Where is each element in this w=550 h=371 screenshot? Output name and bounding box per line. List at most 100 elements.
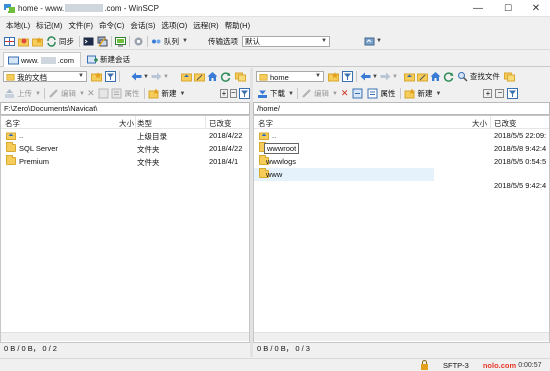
column-changed[interactable]: 已改变	[494, 118, 517, 129]
folder-star-icon[interactable]	[328, 71, 339, 82]
new-button[interactable]: 新建	[161, 88, 176, 99]
upload-button[interactable]: 上传	[17, 88, 32, 99]
list-item-selected[interactable]: www	[254, 168, 434, 181]
menu-files[interactable]: 文件(F)	[68, 20, 93, 31]
minimize-button[interactable]: —	[464, 0, 492, 17]
queue-label[interactable]: 队列	[164, 36, 179, 47]
column-changed[interactable]: 已改变	[209, 118, 232, 129]
column-name[interactable]: 名字	[5, 118, 20, 129]
edit-button[interactable]: 编辑	[61, 88, 76, 99]
back-arrow-icon[interactable]	[131, 71, 142, 82]
parent-folder-icon[interactable]	[403, 71, 415, 82]
root-folder-icon[interactable]	[193, 71, 205, 82]
home-icon[interactable]	[430, 71, 441, 82]
column-size[interactable]: 大小	[119, 118, 134, 129]
chevron-down-icon[interactable]: ▼	[179, 91, 185, 97]
refresh-icon[interactable]	[443, 71, 454, 82]
remote-path[interactable]: /home/	[253, 102, 550, 115]
chevron-down-icon[interactable]: ▼	[376, 38, 382, 44]
new-item-icon[interactable]	[404, 88, 416, 99]
root-folder-icon[interactable]	[416, 71, 428, 82]
collapse-icon[interactable]: −	[229, 89, 237, 98]
menu-local[interactable]: 本地(L)	[6, 20, 30, 31]
compare-icon[interactable]	[4, 36, 15, 47]
back-arrow-icon[interactable]	[360, 71, 371, 82]
download-icon[interactable]	[257, 88, 268, 99]
chevron-down-icon[interactable]: ▼	[163, 74, 169, 80]
properties-button[interactable]: 属性	[380, 88, 395, 99]
filter-icon[interactable]	[105, 71, 116, 82]
parent-folder-icon[interactable]	[180, 71, 192, 82]
filter-toggle-icon[interactable]	[239, 88, 251, 99]
column-separator[interactable]	[490, 116, 491, 129]
putty-icon[interactable]	[97, 36, 108, 47]
edit-icon[interactable]	[301, 88, 312, 99]
edit-button[interactable]: 编辑	[314, 88, 329, 99]
maximize-button[interactable]: ☐	[494, 0, 522, 17]
tab-session[interactable]: www. .com	[3, 52, 81, 67]
properties-icon[interactable]	[367, 88, 378, 99]
column-separator[interactable]	[135, 116, 136, 129]
menu-options[interactable]: 选项(O)	[161, 20, 187, 31]
tab-new-session[interactable]: 新建会话	[83, 52, 133, 67]
remote-location-select[interactable]: home ▼	[256, 71, 324, 82]
local-location-select[interactable]: 我的文档 ▼	[3, 71, 87, 82]
list-item[interactable]: SQL Server 文件夹 2018/4/22	[1, 142, 249, 155]
list-item[interactable]: wwwlogs 2018/5/5 0:54:5	[254, 155, 549, 168]
queue-icon[interactable]	[151, 36, 162, 47]
menu-commands[interactable]: 命令(C)	[99, 20, 124, 31]
menu-help[interactable]: 帮助(H)	[225, 20, 250, 31]
terminal-icon[interactable]	[83, 36, 94, 47]
folder-star-icon[interactable]	[32, 36, 43, 47]
find-files-icon[interactable]	[457, 71, 468, 82]
new-item-icon[interactable]	[148, 88, 160, 99]
forward-arrow-icon[interactable]	[380, 71, 391, 82]
chevron-down-icon[interactable]: ▼	[35, 91, 41, 97]
screen-icon[interactable]	[115, 36, 126, 47]
column-name[interactable]: 名字	[258, 118, 273, 129]
chevron-down-icon[interactable]: ▼	[392, 74, 398, 80]
chevron-down-icon[interactable]: ▼	[143, 74, 149, 80]
rename-icon[interactable]	[98, 88, 109, 99]
folder-star-icon[interactable]	[91, 71, 102, 82]
chevron-down-icon[interactable]: ▼	[372, 74, 378, 80]
chevron-down-icon[interactable]: ▼	[435, 91, 441, 97]
forward-arrow-icon[interactable]	[151, 71, 162, 82]
chevron-down-icon[interactable]: ▼	[288, 91, 294, 97]
chevron-down-icon[interactable]: ▼	[79, 91, 85, 97]
edit-icon[interactable]	[48, 88, 59, 99]
local-horizontal-scrollbar[interactable]	[1, 332, 249, 341]
delete-icon[interactable]: ✕	[87, 88, 95, 99]
collapse-icon[interactable]: −	[495, 89, 505, 98]
sync-icon[interactable]	[46, 35, 57, 47]
home-icon[interactable]	[207, 71, 218, 82]
menu-mark[interactable]: 标记(M)	[36, 20, 62, 31]
remote-horizontal-scrollbar[interactable]	[254, 332, 549, 341]
upload-icon[interactable]	[4, 88, 15, 99]
folder-sync-icon[interactable]	[18, 36, 29, 47]
list-item[interactable]: wwwroot 2018/5/8 9:42:4	[254, 142, 549, 155]
rename-icon[interactable]	[352, 88, 363, 99]
filter-icon[interactable]	[342, 71, 353, 82]
close-button[interactable]: ✕	[522, 0, 550, 17]
refresh-icon[interactable]	[220, 71, 231, 82]
bookmarks-icon[interactable]	[503, 71, 515, 82]
find-files-button[interactable]: 查找文件	[470, 71, 500, 82]
menu-session[interactable]: 会话(S)	[130, 20, 155, 31]
properties-button[interactable]: 属性	[124, 88, 139, 99]
filter-toggle-icon[interactable]	[507, 88, 519, 99]
list-item[interactable]: .. 上级目录 2018/4/22	[1, 129, 249, 142]
transfer-preset-select[interactable]: 默认 ▼	[241, 35, 330, 47]
expand-icon[interactable]: +	[483, 89, 493, 98]
settings-gear-icon[interactable]	[133, 36, 144, 47]
expand-icon[interactable]: +	[220, 89, 228, 98]
delete-icon[interactable]: ✕	[341, 88, 349, 99]
column-type[interactable]: 类型	[137, 118, 152, 129]
rename-edit-field[interactable]: wwwroot	[264, 143, 300, 154]
bookmarks-icon[interactable]	[234, 71, 246, 82]
list-item[interactable]: Premium 文件夹 2018/4/1	[1, 155, 249, 168]
menu-remote[interactable]: 远程(R)	[193, 20, 218, 31]
column-size[interactable]: 大小	[472, 118, 487, 129]
list-item[interactable]: .. 2018/5/5 22:09:	[254, 129, 549, 142]
queue-dropdown-icon[interactable]: ▼	[182, 38, 188, 44]
